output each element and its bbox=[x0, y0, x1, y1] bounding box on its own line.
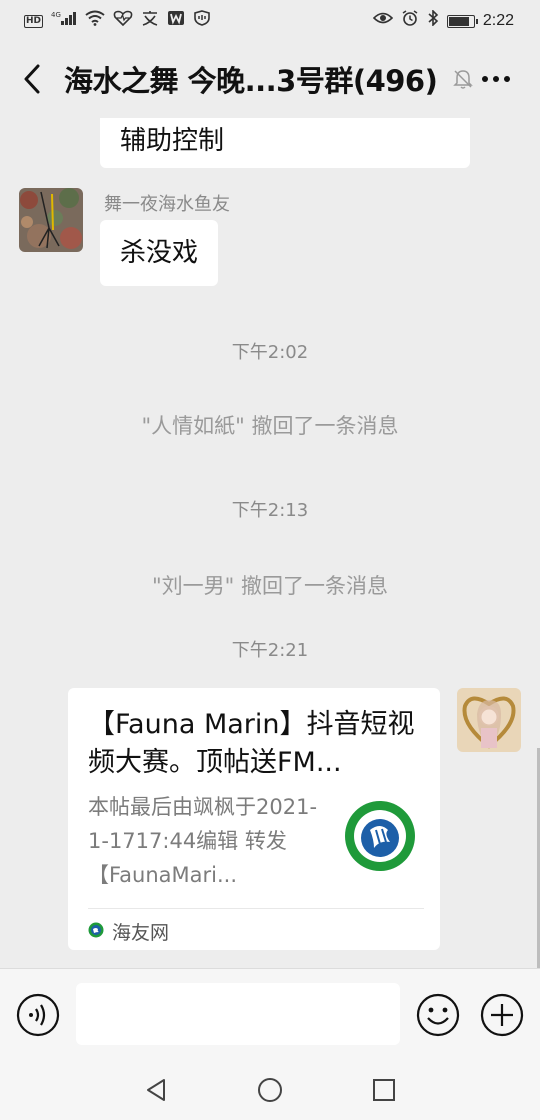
back-icon[interactable] bbox=[20, 62, 46, 96]
hd-icon: HD bbox=[24, 14, 44, 28]
voice-icon[interactable] bbox=[16, 993, 60, 1037]
nav-home-icon[interactable] bbox=[256, 1076, 284, 1104]
alarm-icon bbox=[401, 10, 419, 32]
message-bubble[interactable]: 杀没戏 bbox=[100, 220, 219, 286]
chat-header: 海水之舞 今晚...3号群(496) bbox=[0, 40, 540, 118]
battery-level bbox=[448, 16, 469, 26]
battery-icon bbox=[446, 14, 478, 28]
site-logo-icon bbox=[344, 800, 416, 872]
link-card[interactable]: 【Fauna Marin】抖音短视频大赛。顶帖送FM... 本帖最后由飒枫于20… bbox=[68, 688, 440, 950]
nav-back-icon[interactable] bbox=[142, 1076, 170, 1104]
recall-notice: "刘一男" 撤回了一条消息 bbox=[152, 574, 388, 598]
avatar[interactable] bbox=[19, 188, 83, 252]
signal-type-label: 4G bbox=[51, 11, 61, 19]
card-title: 【Fauna Marin】抖音短视频大赛。顶帖送FM... bbox=[88, 709, 415, 778]
eye-icon bbox=[372, 10, 393, 32]
system-time: 下午2:13 bbox=[231, 500, 309, 521]
more-icon[interactable] bbox=[480, 68, 512, 90]
bluetooth-icon bbox=[427, 9, 439, 32]
sender-name: 舞一夜海水鱼友 bbox=[104, 194, 230, 215]
message-input[interactable] bbox=[76, 983, 400, 1045]
chat-area: 辅助控制 舞一夜海水鱼友 杀没戏 下午2:02 "人情如紙" 撤回了一条消息 下… bbox=[0, 118, 540, 968]
my-avatar[interactable] bbox=[457, 688, 521, 752]
nav-recents-icon[interactable] bbox=[370, 1076, 398, 1104]
wps-icon bbox=[167, 10, 185, 32]
plus-icon[interactable] bbox=[480, 993, 524, 1037]
system-time: 下午2:21 bbox=[231, 640, 309, 661]
source-logo-icon bbox=[88, 921, 104, 943]
message-bubble[interactable]: 辅助控制 bbox=[100, 118, 470, 168]
status-time: 2:22 bbox=[482, 12, 514, 29]
source-name: 海友网 bbox=[112, 922, 170, 944]
input-bar bbox=[0, 968, 540, 1060]
card-divider bbox=[88, 908, 424, 909]
signal-icon: 4G bbox=[51, 10, 77, 32]
health-icon bbox=[113, 10, 133, 32]
system-nav-bar bbox=[0, 1060, 540, 1120]
mute-icon bbox=[452, 68, 474, 90]
card-description: 本帖最后由飒枫于2021-1-1717:44编辑 转发【FaunaMari... bbox=[88, 795, 318, 887]
system-time: 下午2:02 bbox=[231, 342, 309, 363]
recall-notice: "人情如紙" 撤回了一条消息 bbox=[141, 414, 399, 438]
card-source: 海友网 bbox=[88, 918, 169, 945]
status-bar: HD 4G 2:22 bbox=[0, 0, 540, 40]
translate-icon bbox=[141, 10, 159, 32]
shield-icon bbox=[193, 10, 211, 32]
wifi-icon bbox=[85, 10, 105, 32]
chat-title: 海水之舞 今晚...3号群(496) bbox=[64, 64, 438, 98]
emoji-icon[interactable] bbox=[416, 993, 460, 1037]
